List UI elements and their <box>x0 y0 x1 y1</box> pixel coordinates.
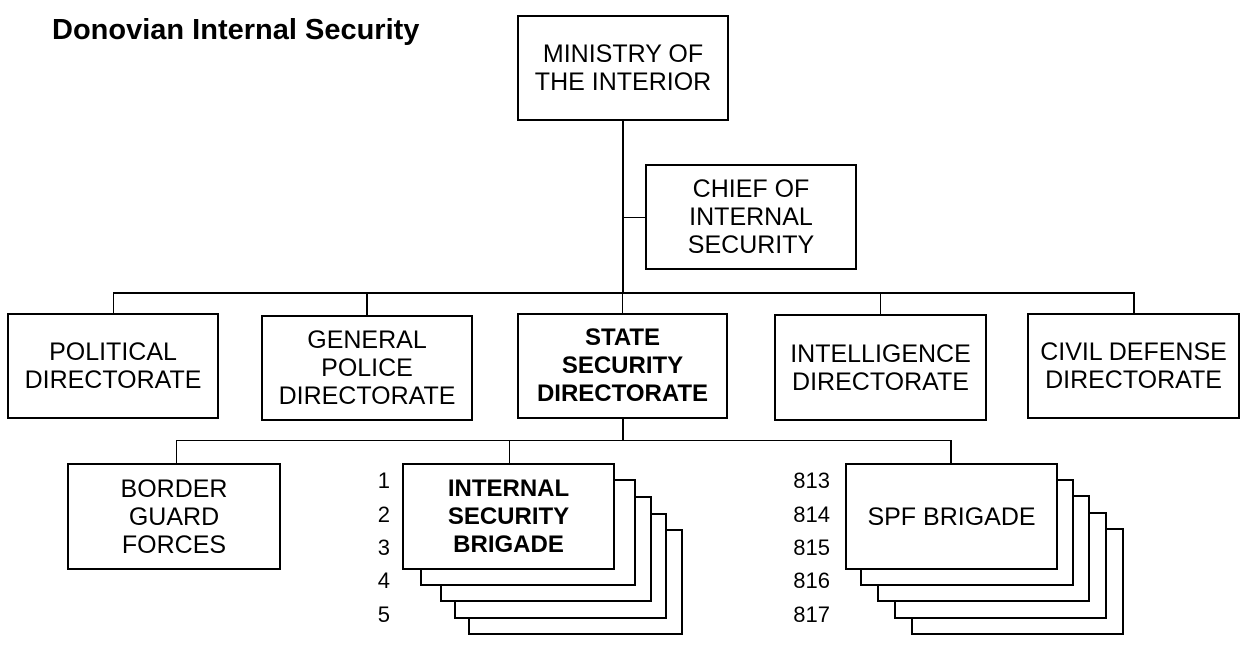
connector-state-security-trunk <box>622 418 624 440</box>
connector-chief <box>622 217 646 218</box>
connector-internal-security-brigade <box>509 440 510 463</box>
connector-political <box>113 292 114 314</box>
diagram-title: Donovian Internal Security <box>52 14 420 46</box>
org-chart: Donovian Internal Security MINISTRY OF T… <box>0 0 1259 645</box>
brigade-number: 815 <box>793 535 830 560</box>
brigade-number: 4 <box>377 568 390 593</box>
node-internal-security-brigade: INTERNAL SECURITY BRIGADE <box>402 463 615 570</box>
brigade-number: 813 <box>793 468 830 493</box>
connector-state-security <box>622 292 623 314</box>
brigade-number: 5 <box>377 602 390 627</box>
node-chief-of-internal-security: CHIEF OF INTERNAL SECURITY <box>645 164 857 270</box>
connector-border-guard <box>176 440 177 463</box>
node-civil-defense-directorate: CIVIL DEFENSE DIRECTORATE <box>1027 313 1240 419</box>
connector-intelligence <box>880 292 881 314</box>
node-general-police-directorate: GENERAL POLICE DIRECTORATE <box>261 315 473 421</box>
connector-civil-defense <box>1133 292 1135 314</box>
brigade-number: 1 <box>377 468 390 493</box>
connector-ministry-trunk <box>622 120 624 294</box>
connector-brigades-bar <box>176 440 952 441</box>
brigade-number: 2 <box>377 502 390 527</box>
brigade-number: 817 <box>793 602 830 627</box>
connector-general-police <box>366 292 368 316</box>
node-political-directorate: POLITICAL DIRECTORATE <box>7 313 219 419</box>
node-border-guard-forces: BORDER GUARD FORCES <box>67 463 281 570</box>
brigade-number: 3 <box>377 535 390 560</box>
node-intelligence-directorate: INTELLIGENCE DIRECTORATE <box>774 314 987 421</box>
connector-spf-brigade <box>950 440 952 463</box>
node-ministry-of-the-interior: MINISTRY OF THE INTERIOR <box>517 15 729 121</box>
node-spf-brigade: SPF BRIGADE <box>845 463 1058 570</box>
brigade-number: 816 <box>793 568 830 593</box>
connector-directorates-bar <box>113 292 1134 294</box>
node-state-security-directorate: STATE SECURITY DIRECTORATE <box>517 313 728 419</box>
brigade-number: 814 <box>793 502 830 527</box>
